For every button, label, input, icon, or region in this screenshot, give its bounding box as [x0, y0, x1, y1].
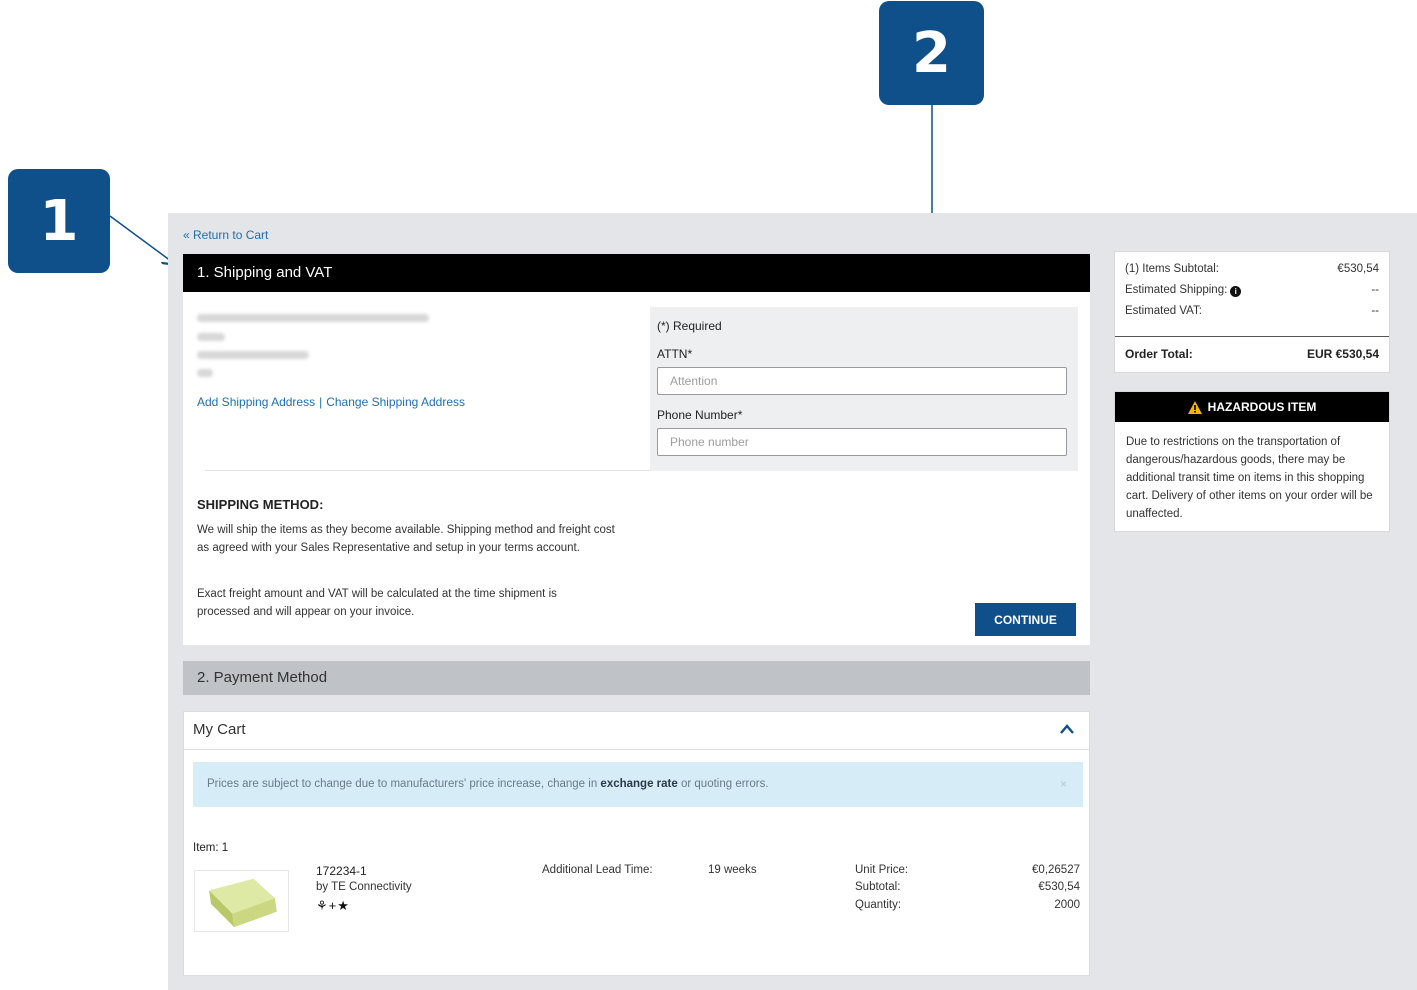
order-summary: (1) Items Subtotal: €530,54 Estimated Sh…: [1114, 251, 1390, 373]
lead-time-label: Additional Lead Time:: [542, 864, 653, 876]
est-shipping-label: Estimated Shipping:: [1125, 284, 1228, 296]
checkout-screenshot: « Return to Cart 1. Shipping and VAT Add…: [168, 213, 1417, 990]
unit-price-label: Unit Price:: [855, 864, 909, 876]
my-cart-panel: My Cart Prices are subject to change due…: [183, 711, 1090, 976]
link-separator: |: [319, 395, 323, 409]
arrow-1: [109, 215, 175, 264]
contact-form: (*) Required ATTN* Phone Number*: [650, 307, 1078, 471]
cart-divider: [184, 749, 1089, 750]
notice-text-end: or quoting errors.: [677, 778, 769, 790]
add-shipping-address-link[interactable]: Add Shipping Address: [197, 395, 315, 409]
address-line-redacted: [197, 351, 309, 359]
address-line-redacted: [197, 369, 213, 377]
return-to-cart-link[interactable]: « Return to Cart: [183, 228, 268, 242]
hazard-text: Due to restrictions on the transportatio…: [1126, 436, 1373, 520]
brand-name: by TE Connectivity: [316, 881, 412, 893]
attn-input[interactable]: [657, 367, 1067, 395]
hazard-notice: HAZARDOUS ITEM Due to restrictions on th…: [1114, 391, 1390, 532]
required-note: (*) Required: [657, 319, 722, 333]
shipping-vat-note: Exact freight amount and VAT will be cal…: [197, 588, 557, 618]
quantity-value: 2000: [1054, 899, 1080, 911]
items-subtotal-row: (1) Items Subtotal: €530,54: [1125, 263, 1379, 275]
continue-button[interactable]: CONTINUE: [975, 603, 1076, 636]
quantity-label: Quantity:: [855, 899, 902, 911]
est-vat-label: Estimated VAT:: [1125, 305, 1202, 317]
est-shipping-value: --: [1371, 284, 1379, 296]
address-line-redacted: [197, 314, 429, 322]
phone-input[interactable]: [657, 428, 1067, 456]
item-label: Item: 1: [193, 842, 229, 854]
attn-label: ATTN*: [657, 347, 693, 361]
hazard-header: HAZARDOUS ITEM: [1115, 392, 1389, 422]
summary-divider: [1115, 336, 1389, 337]
est-vat-value: --: [1371, 305, 1379, 317]
order-total-value: EUR €530,54: [1306, 347, 1379, 361]
order-total-row: Order Total: EUR €530,54: [1125, 347, 1379, 361]
change-shipping-address-link[interactable]: Change Shipping Address: [326, 395, 465, 409]
info-icon[interactable]: i: [1230, 286, 1242, 297]
est-shipping-row: Estimated Shipping: i --: [1125, 284, 1379, 297]
my-cart-title: My Cart: [193, 721, 246, 738]
order-total-label: Order Total:: [1125, 347, 1193, 361]
callout-1: 1: [8, 169, 110, 273]
compliance-badges-icon: ⚘+★: [316, 898, 350, 913]
items-subtotal-label: (1) Items Subtotal:: [1125, 263, 1219, 275]
notice-text: Prices are subject to change due to manu…: [207, 778, 601, 790]
chevron-up-icon[interactable]: [1059, 722, 1075, 736]
shipping-panel: Add Shipping Address | Change Shipping Add…: [183, 292, 1090, 645]
warning-icon: [1187, 400, 1202, 414]
unit-price-value: €0,26527: [1032, 864, 1080, 876]
items-subtotal-value: €530,54: [1337, 263, 1379, 275]
part-number[interactable]: 172234-1: [316, 864, 367, 878]
payment-method-header[interactable]: 2. Payment Method: [183, 661, 1090, 695]
lead-time-value: 19 weeks: [708, 864, 757, 876]
section-divider: [205, 470, 650, 471]
price-notice: Prices are subject to change due to manu…: [193, 762, 1083, 807]
address-line-redacted: [197, 333, 225, 341]
shipping-method-text: We will ship the items as they become av…: [197, 524, 615, 554]
est-vat-row: Estimated VAT: --: [1125, 305, 1379, 317]
subtotal-value: €530,54: [1038, 881, 1080, 893]
shipping-method-title: SHIPPING METHOD:: [197, 497, 324, 512]
phone-label: Phone Number*: [657, 408, 743, 422]
address-links: Add Shipping Address | Change Shipping Add…: [197, 395, 465, 409]
hazard-title: HAZARDOUS ITEM: [1207, 400, 1317, 414]
subtotal-label: Subtotal:: [855, 881, 901, 893]
product-image[interactable]: [194, 870, 289, 932]
callout-2: 2: [879, 1, 984, 105]
close-icon[interactable]: ×: [1060, 762, 1067, 807]
shipping-vat-header[interactable]: 1. Shipping and VAT: [183, 254, 1090, 292]
notice-bold: exchange rate: [600, 778, 678, 790]
